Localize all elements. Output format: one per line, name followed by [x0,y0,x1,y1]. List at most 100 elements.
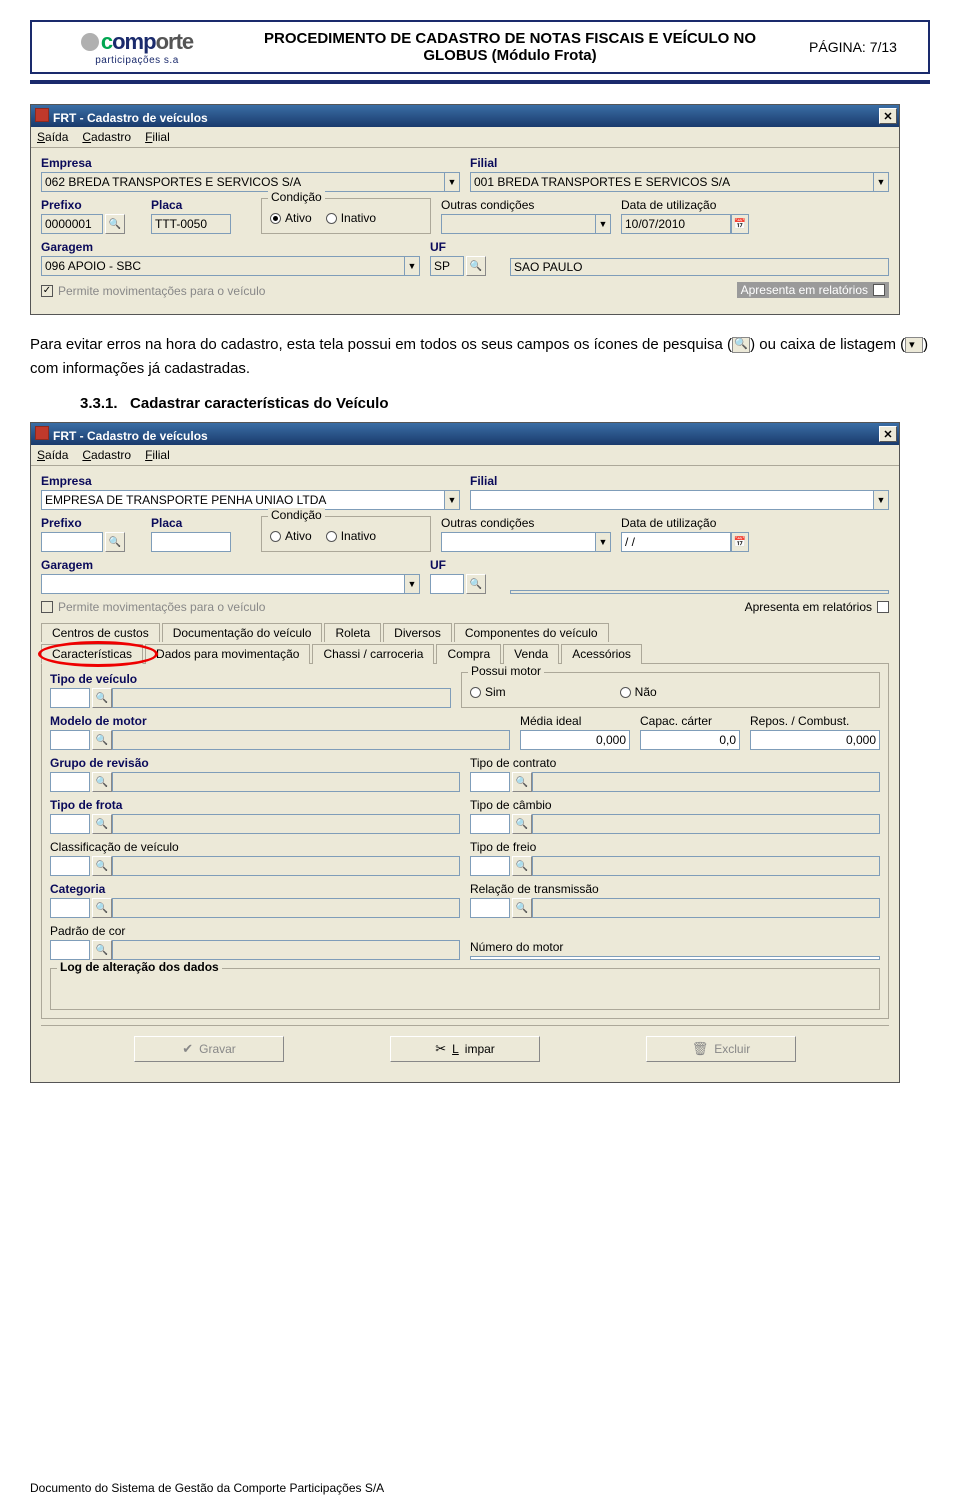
tipo-contrato-code[interactable] [470,772,510,792]
dropdown-icon[interactable]: ▼ [404,574,420,594]
permite-check[interactable]: Permite movimentações para o veículo [41,284,265,298]
media-input[interactable]: 0,000 [520,730,630,750]
empresa-input[interactable]: 062 BREDA TRANSPORTES E SERVICOS S/A [41,172,444,192]
radio-nao[interactable]: Não [620,685,657,699]
apresenta-check[interactable]: Apresenta em relatórios [737,282,889,298]
outras-input[interactable] [441,214,595,234]
grupo-label: Grupo de revisão [50,756,460,770]
menu-filial[interactable]: Filial [145,130,170,144]
uf-input[interactable]: SP [430,256,464,276]
search-icon[interactable]: 🔍 [92,856,112,876]
grupo-code[interactable] [50,772,90,792]
empresa-label: Empresa [41,474,460,488]
menu-saida[interactable]: Saída [37,130,68,144]
empresa-input[interactable]: EMPRESA DE TRANSPORTE PENHA UNIAO LTDA [41,490,444,510]
data-input[interactable]: / / [621,532,731,552]
classif-code[interactable] [50,856,90,876]
search-icon[interactable]: 🔍 [92,730,112,750]
close-button[interactable]: ✕ [879,108,897,124]
search-icon[interactable]: 🔍 [512,856,532,876]
search-icon[interactable]: 🔍 [512,772,532,792]
uf-desc [510,590,889,594]
dropdown-icon[interactable]: ▼ [444,490,460,510]
limpar-button[interactable]: ✂Limpar [390,1036,540,1062]
search-icon[interactable]: 🔍 [512,814,532,834]
filial-input[interactable]: 001 BREDA TRANSPORTES E SERVICOS S/A [470,172,873,192]
tab-dados-mov[interactable]: Dados para movimentação [145,644,310,664]
repos-input[interactable]: 0,000 [750,730,880,750]
dropdown-icon[interactable]: ▼ [444,172,460,192]
prefixo-input[interactable]: 0000001 [41,214,103,234]
tab-roleta[interactable]: Roleta [324,623,381,642]
menubar: Saída Cadastro Filial [31,127,899,148]
permite-check[interactable]: Permite movimentações para o veículo [41,600,265,614]
capac-input[interactable]: 0,0 [640,730,740,750]
relacao-code[interactable] [470,898,510,918]
search-icon[interactable]: 🔍 [92,940,112,960]
filial-input[interactable] [470,490,873,510]
outras-input[interactable] [441,532,595,552]
dropdown-icon[interactable]: ▼ [595,214,611,234]
placa-input[interactable]: TTT-0050 [151,214,231,234]
tab-documentacao[interactable]: Documentação do veículo [162,623,323,642]
categoria-code[interactable] [50,898,90,918]
search-icon[interactable]: 🔍 [466,574,486,594]
prefixo-input[interactable] [41,532,103,552]
radio-sim[interactable]: Sim [470,685,506,699]
tipo-freio-code[interactable] [470,856,510,876]
tab-acessorios[interactable]: Acessórios [561,644,642,664]
calendar-icon[interactable]: 📅 [731,532,749,552]
menu-cadastro[interactable]: Cadastro [82,448,131,462]
garagem-input[interactable] [41,574,404,594]
eraser-icon: ✂ [435,1041,446,1057]
tab-chassi[interactable]: Chassi / carroceria [312,644,434,664]
tab-compra[interactable]: Compra [436,644,501,664]
dropdown-icon[interactable]: ▼ [873,172,889,192]
tab-venda[interactable]: Venda [503,644,559,664]
menu-saida[interactable]: Saída [37,448,68,462]
apresenta-check[interactable]: Apresenta em relatórios [745,600,889,614]
calendar-icon[interactable]: 📅 [731,214,749,234]
window-cadastro-veiculos-1: FRT - Cadastro de veículos ✕ Saída Cadas… [30,104,900,315]
dropdown-icon[interactable]: ▼ [404,256,420,276]
data-input[interactable]: 10/07/2010 [621,214,731,234]
excluir-button[interactable]: 🗑Excluir [646,1036,796,1062]
menu-cadastro[interactable]: Cadastro [82,130,131,144]
tab-centros-custos[interactable]: Centros de custos [41,623,160,642]
garagem-input[interactable]: 096 APOIO - SBC [41,256,404,276]
gravar-button[interactable]: ✔Gravar [134,1036,284,1062]
tab-diversos[interactable]: Diversos [383,623,452,642]
radio-inativo[interactable]: Inativo [326,529,376,543]
placa-input[interactable] [151,532,231,552]
tab-caracteristicas[interactable]: Características [41,644,143,664]
padrao-code[interactable] [50,940,90,960]
search-icon[interactable]: 🔍 [105,214,125,234]
tipo-veiculo-code[interactable] [50,688,90,708]
search-icon [732,337,750,353]
dropdown-icon[interactable]: ▼ [595,532,611,552]
menu-filial[interactable]: Filial [145,448,170,462]
tipo-frota-code[interactable] [50,814,90,834]
search-icon[interactable]: 🔍 [92,688,112,708]
modelo-code[interactable] [50,730,90,750]
close-button[interactable]: ✕ [879,426,897,442]
numero-motor-input[interactable] [470,956,880,960]
outras-label: Outras condições [441,516,611,530]
uf-label: UF [430,240,500,254]
possui-motor-label: Possui motor [468,664,544,678]
numero-motor-label: Número do motor [470,940,880,954]
search-icon[interactable]: 🔍 [92,898,112,918]
search-icon[interactable]: 🔍 [512,898,532,918]
garagem-label: Garagem [41,240,420,254]
dropdown-icon[interactable]: ▼ [873,490,889,510]
tipo-cambio-code[interactable] [470,814,510,834]
search-icon[interactable]: 🔍 [466,256,486,276]
search-icon[interactable]: 🔍 [92,814,112,834]
radio-ativo[interactable]: Ativo [270,529,312,543]
search-icon[interactable]: 🔍 [92,772,112,792]
uf-input[interactable] [430,574,464,594]
tab-componentes[interactable]: Componentes do veículo [454,623,609,642]
radio-inativo[interactable]: Inativo [326,211,376,225]
radio-ativo[interactable]: Ativo [270,211,312,225]
search-icon[interactable]: 🔍 [105,532,125,552]
